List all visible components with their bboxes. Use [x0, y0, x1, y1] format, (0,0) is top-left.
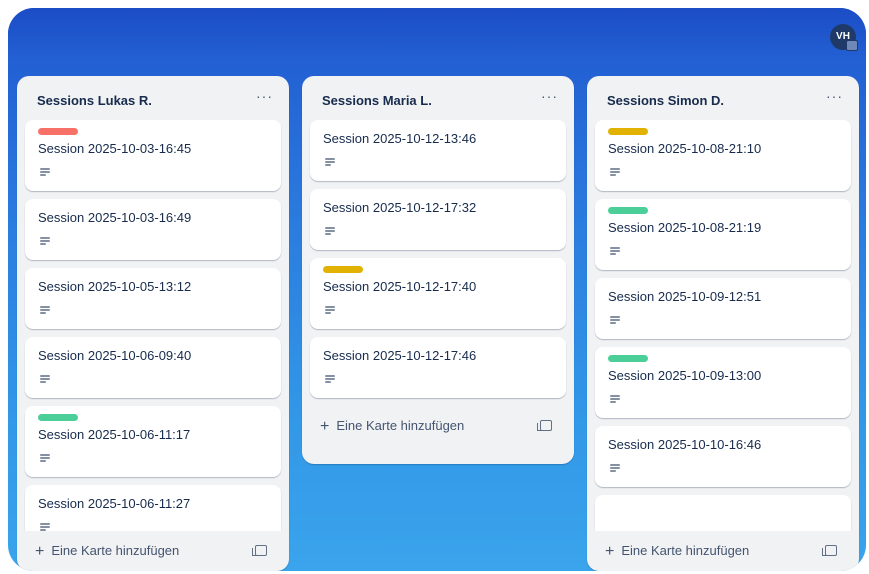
plus-icon: + — [35, 543, 45, 560]
card-title: Session 2025-10-08-21:10 — [608, 141, 762, 156]
card-title: Session 2025-10-09-12:51 — [608, 289, 762, 304]
list-footer: + Eine Karte hinzufügen — [17, 531, 289, 571]
description-icon — [610, 316, 620, 324]
description-icon — [325, 158, 335, 166]
card[interactable]: Session 2025-10-03-16:45 — [25, 120, 281, 191]
description-icon — [325, 375, 335, 383]
card[interactable]: Session 2025-10-09-13:00 — [595, 347, 851, 418]
label-green[interactable] — [608, 355, 648, 362]
card[interactable]: Session 2025-10-08-21:10 — [595, 120, 851, 191]
add-card-label: Eine Karte hinzufügen — [621, 543, 750, 558]
card[interactable]: Session 2025-10-03-16:49 — [25, 199, 281, 260]
list-menu-icon[interactable]: ··· — [826, 88, 843, 104]
card[interactable]: Session 2025-10-10-16:46 — [595, 426, 851, 487]
card[interactable]: Session 2025-10-08-21:19 — [595, 199, 851, 270]
description-icon — [325, 306, 335, 314]
card-title: Session 2025-10-12-13:46 — [323, 131, 477, 146]
card-title: Session 2025-10-12-17:40 — [323, 279, 477, 294]
card-title: Session 2025-10-12-17:46 — [323, 348, 477, 363]
label-green[interactable] — [38, 414, 78, 421]
description-icon — [40, 306, 50, 314]
list-sessions-simon: Sessions Simon D. ··· Session 2025-10-08… — [587, 76, 859, 571]
card-title: Session 2025-10-12-17:32 — [323, 200, 477, 215]
list-title[interactable]: Sessions Lukas R. — [37, 93, 152, 108]
admin-badge-icon — [846, 40, 858, 51]
card[interactable]: Session 2025-10-12-17:46 — [310, 337, 566, 398]
description-icon — [610, 395, 620, 403]
card[interactable]: Session 2025-10-12-13:46 — [310, 120, 566, 181]
add-card-button[interactable]: + Eine Karte hinzufügen — [605, 542, 749, 560]
description-icon — [40, 375, 50, 383]
description-icon — [40, 168, 50, 176]
card-template-icon[interactable] — [822, 545, 837, 556]
label-yellow[interactable] — [323, 266, 363, 273]
user-avatar[interactable]: VH — [830, 24, 858, 51]
card[interactable] — [595, 495, 851, 531]
card-title: Session 2025-10-09-13:00 — [608, 368, 762, 383]
description-icon — [610, 247, 620, 255]
board-header: VH — [8, 8, 866, 64]
description-icon — [610, 168, 620, 176]
add-card-label: Eine Karte hinzufügen — [336, 418, 465, 433]
card-container: Session 2025-10-08-21:10 Session 2025-10… — [587, 120, 859, 531]
plus-icon: + — [605, 543, 615, 560]
card[interactable]: Session 2025-10-05-13:12 — [25, 268, 281, 329]
description-icon — [40, 523, 50, 531]
list-sessions-maria: Sessions Maria L. ··· Session 2025-10-12… — [302, 76, 574, 464]
description-icon — [325, 227, 335, 235]
card-template-icon[interactable] — [252, 545, 267, 556]
card[interactable]: Session 2025-10-06-11:27 — [25, 485, 281, 531]
list-sessions-lukas: Sessions Lukas R. ··· Session 2025-10-03… — [17, 76, 289, 571]
card-template-icon[interactable] — [537, 420, 552, 431]
card-container: Session 2025-10-12-13:46 Session 2025-10… — [302, 120, 574, 406]
list-footer: + Eine Karte hinzufügen — [302, 406, 574, 446]
label-yellow[interactable] — [608, 128, 648, 135]
card[interactable]: Session 2025-10-09-12:51 — [595, 278, 851, 339]
label-red[interactable] — [38, 128, 78, 135]
add-card-button[interactable]: + Eine Karte hinzufügen — [320, 417, 464, 435]
list-header: Sessions Simon D. ··· — [587, 76, 859, 120]
list-title[interactable]: Sessions Simon D. — [607, 93, 724, 108]
card-title: Session 2025-10-06-11:17 — [38, 427, 191, 442]
board: VH Sessions Lukas R. ··· Session 2025-10… — [8, 8, 866, 571]
add-card-button[interactable]: + Eine Karte hinzufügen — [35, 542, 179, 560]
card[interactable]: Session 2025-10-12-17:32 — [310, 189, 566, 250]
description-icon — [40, 454, 50, 462]
list-menu-icon[interactable]: ··· — [256, 88, 273, 104]
card-title: Session 2025-10-03-16:49 — [38, 210, 192, 225]
card[interactable]: Session 2025-10-06-09:40 — [25, 337, 281, 398]
card-title: Session 2025-10-06-11:27 — [38, 496, 191, 511]
card-title: Session 2025-10-03-16:45 — [38, 141, 192, 156]
description-icon — [610, 464, 620, 472]
card[interactable]: Session 2025-10-06-11:17 — [25, 406, 281, 477]
list-footer: + Eine Karte hinzufügen — [587, 531, 859, 571]
card-title: Session 2025-10-06-09:40 — [38, 348, 192, 363]
plus-icon: + — [320, 418, 330, 435]
description-icon — [40, 237, 50, 245]
label-green[interactable] — [608, 207, 648, 214]
card-container: Session 2025-10-03-16:45 Session 2025-10… — [17, 120, 289, 531]
list-header: Sessions Lukas R. ··· — [17, 76, 289, 120]
card-title: Session 2025-10-10-16:46 — [608, 437, 762, 452]
add-card-label: Eine Karte hinzufügen — [51, 543, 180, 558]
card-title: Session 2025-10-08-21:19 — [608, 220, 762, 235]
list-menu-icon[interactable]: ··· — [541, 88, 558, 104]
list-title[interactable]: Sessions Maria L. — [322, 93, 432, 108]
card[interactable]: Session 2025-10-12-17:40 — [310, 258, 566, 329]
list-header: Sessions Maria L. ··· — [302, 76, 574, 120]
card-title: Session 2025-10-05-13:12 — [38, 279, 192, 294]
